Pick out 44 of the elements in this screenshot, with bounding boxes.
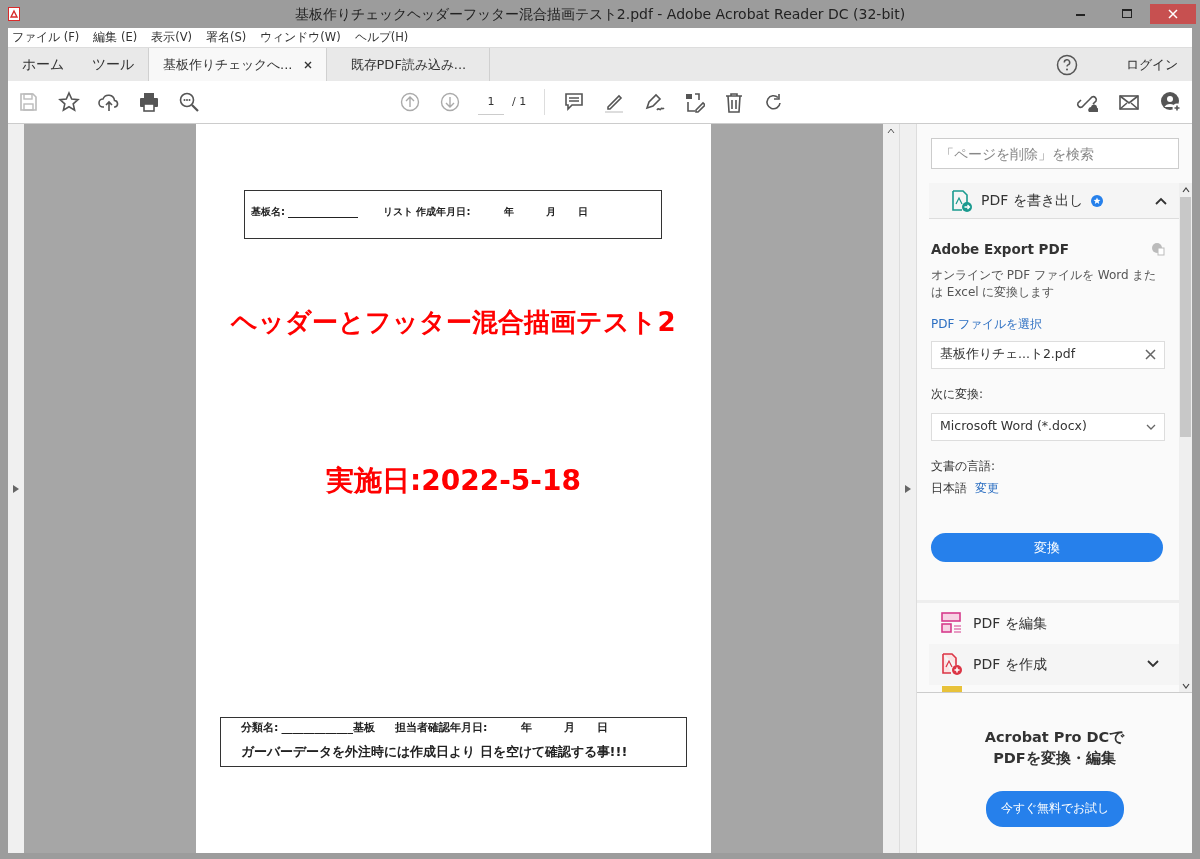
date-label: 年 (504, 205, 515, 219)
page-total: / 1 (512, 93, 527, 110)
menu-item[interactable]: ウィンドウ(W) (260, 28, 341, 47)
menu-item[interactable]: ヘルプ(H) (354, 28, 409, 47)
date-label: 日 (597, 720, 609, 736)
menu-item[interactable]: 表示(V) (151, 28, 192, 47)
language-value: 日本語 (931, 479, 967, 497)
file-field[interactable]: 基板作りチェ...ト2.pdf (931, 340, 1165, 369)
tool-item[interactable]: PDF を編集 (917, 602, 1179, 644)
blank-line: _____________基板 (281, 720, 375, 736)
search-field[interactable]: 「ページを削除」を検索 (931, 138, 1179, 169)
field-label: 担当者確認年月日: (394, 720, 488, 736)
tab[interactable]: 基板作りチェックへ... (148, 48, 327, 81)
select-file-link[interactable]: PDF ファイルを選択 (931, 314, 1165, 333)
document-title: ヘッダーとフッター混合描画テスト2 (229, 306, 677, 339)
menu-item[interactable]: ファイル (F) (12, 28, 80, 47)
tab[interactable]: ツール (78, 48, 148, 81)
page-number-field[interactable]: 1 (478, 89, 504, 115)
field-label: 分類名: (241, 720, 279, 736)
login-button[interactable]: ログイン (1112, 48, 1192, 81)
date-label: 日 (578, 205, 589, 219)
date-label: 月 (546, 205, 557, 219)
convert-button[interactable]: 変換 (931, 532, 1163, 562)
convert-label: 次に変換: (931, 385, 985, 403)
window-title: 基板作りチェックヘッダーフッター混合描画テスト2.pdf - Adobe Acrobat Reader DC (32-bit) (293, 4, 907, 24)
date-label: 年 (521, 720, 533, 736)
promo-text: Acrobat Pro DCで PDFを変換・編集 (983, 728, 1126, 768)
change-link[interactable]: 変更 (975, 478, 999, 497)
description-text: オンラインで PDF ファイルを Word または Excel に変換します (931, 267, 1158, 301)
free-trial-button[interactable]: 今すぐ無料でお試し (985, 791, 1124, 828)
language-label: 文書の言語: (931, 457, 997, 475)
menu-item[interactable]: 編集 (E) (93, 28, 138, 47)
document-date: 実施日:2022-5-18 (325, 463, 582, 499)
field-label: 基板名: (251, 205, 285, 219)
tool-item[interactable]: PDF を作成 (929, 643, 1179, 685)
date-label: 月 (564, 720, 576, 736)
section-header[interactable]: PDF を書き出し (929, 183, 1179, 219)
blank-line: ______________ (288, 205, 358, 219)
tab[interactable]: ホーム (8, 48, 78, 81)
footer-note: ガーバーデータを外注時には作成日より 日を空けて確認する事!!! (241, 742, 629, 761)
format-dropdown[interactable]: Microsoft Word (*.docx) (931, 412, 1165, 441)
menu-item[interactable]: 署名(S) (206, 28, 247, 47)
field-label: リスト 作成年月日: (383, 205, 471, 219)
export-heading: Adobe Export PDF (931, 240, 1069, 259)
